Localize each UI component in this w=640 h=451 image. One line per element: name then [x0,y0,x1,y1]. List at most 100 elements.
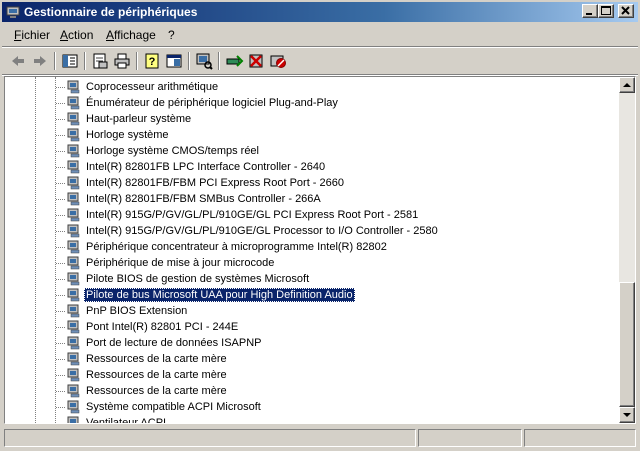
close-icon [621,6,630,15]
status-pane-3 [524,429,636,447]
tree-item-label: Ressources de la carte mère [86,353,227,365]
menu-separator [2,46,638,48]
disable-device-button[interactable] [268,51,288,71]
tree-item-label: Énumérateur de périphérique logiciel Plu… [86,97,338,109]
device-tree-panel: Coprocesseur arithmétique Énumérateur de … [4,76,636,424]
system-device-icon [67,336,80,350]
tree-item-label: Périphérique concentrateur à microprogra… [86,241,387,253]
scan-hardware-icon [196,53,213,70]
title-bar[interactable]: Gestionnaire de périphériques [2,2,638,22]
help-icon: ? [145,53,159,69]
maximize-icon [601,6,611,15]
show-hide-tree-icon [62,54,78,68]
forward-button[interactable] [30,51,50,71]
system-device-icon [67,288,80,302]
system-device-icon [67,272,80,286]
tree-connector [35,77,36,423]
window-title: Gestionnaire de périphériques [24,5,198,19]
tree-connector [56,183,65,184]
status-pane-main [4,429,416,447]
tree-connector [56,167,65,168]
tree-item-label: Ressources de la carte mère [86,385,227,397]
tree-connector [56,375,65,376]
system-device-icon [67,400,80,414]
system-device-icon [67,224,80,238]
close-button[interactable] [618,4,634,18]
toolbar-divider [54,52,56,70]
arrow-down-icon [623,413,631,417]
system-device-icon [67,352,80,366]
status-bar [2,428,638,448]
system-device-icon [67,240,80,254]
system-device-icon [67,368,80,382]
tree-item-label: Port de lecture de données ISAPNP [86,337,262,349]
menu-action[interactable]: Action [60,28,93,42]
help-button[interactable]: ? [142,51,162,71]
tree-connector [56,151,65,152]
menu-fichier[interactable]: Fichier [14,28,50,42]
tree-item-label: Horloge système CMOS/temps réel [86,145,259,157]
system-device-icon [67,416,79,423]
scroll-up-button[interactable] [619,77,635,93]
update-driver-button[interactable] [224,51,244,71]
tree-connector [56,327,65,328]
device-tree[interactable]: Coprocesseur arithmétique Énumérateur de … [5,77,619,423]
tree-item-label: Intel(R) 82801FB/FBM PCI Express Root Po… [86,177,344,189]
uninstall-icon [249,54,263,68]
tree-connector [56,359,65,360]
system-device-icon [67,144,80,158]
tree-connector [56,343,65,344]
tree-connector [56,407,65,408]
system-device-icon [67,192,80,206]
tree-connector [56,135,65,136]
tree-item-label: Pilote de bus Microsoft UAA pour High De… [84,288,355,302]
device-manager-window: Gestionnaire de périphériques Fichier Ac… [0,0,640,451]
view-button[interactable] [164,51,184,71]
tree-item-label: Haut-parleur système [86,113,192,125]
system-device-icon [67,208,80,222]
tree-connector [56,215,65,216]
show-hide-tree-button[interactable] [60,51,80,71]
tree-item-label: Ressources de la carte mère [86,369,227,381]
tree-item-label: Intel(R) 915G/P/GV/GL/PL/910GE/GL Proces… [86,225,438,237]
toolbar-divider [84,52,86,70]
system-device-icon [67,96,80,110]
properties-button[interactable] [90,51,110,71]
tree-connector [56,247,65,248]
print-button[interactable] [112,51,132,71]
system-device-icon [67,384,80,398]
system-device-icon [67,160,80,174]
tree-item-label: Ventilateur ACPI [86,417,167,423]
system-device-icon [67,176,80,190]
toolbar-divider [218,52,220,70]
menu-bar: Fichier Action Affichage ? [2,25,638,45]
tree-item-label: Horloge système [86,129,169,141]
toolbar-divider [136,52,138,70]
tree-item-label: PnP BIOS Extension [86,305,188,317]
tree-connector [56,279,65,280]
menu-affichage[interactable]: Affichage [106,28,156,42]
view-icon [166,54,182,68]
device-manager-app-icon[interactable] [6,5,20,19]
back-button[interactable] [8,51,28,71]
system-device-icon [67,320,80,334]
tree-item-label: Système compatible ACPI Microsoft [86,401,261,413]
uninstall-button[interactable] [246,51,266,71]
tree-connector [56,119,65,120]
scroll-down-button[interactable] [619,407,635,423]
vertical-scrollbar[interactable] [619,77,635,423]
scroll-thumb[interactable] [619,282,635,407]
minimize-button[interactable] [582,4,598,18]
tree-item-label: Intel(R) 82801FB LPC Interface Controlle… [86,161,326,173]
scan-hardware-button[interactable] [194,51,214,71]
print-icon [114,53,130,69]
system-device-icon [67,256,80,270]
tree-connector [56,263,65,264]
minimize-icon [586,13,592,15]
properties-icon [93,53,108,69]
tree-connector [56,231,65,232]
menu-help[interactable]: ? [168,28,175,42]
maximize-button[interactable] [598,4,614,18]
tree-item-label: Intel(R) 915G/P/GV/GL/PL/910GE/GL PCI Ex… [86,209,419,221]
arrow-up-icon [623,83,631,87]
